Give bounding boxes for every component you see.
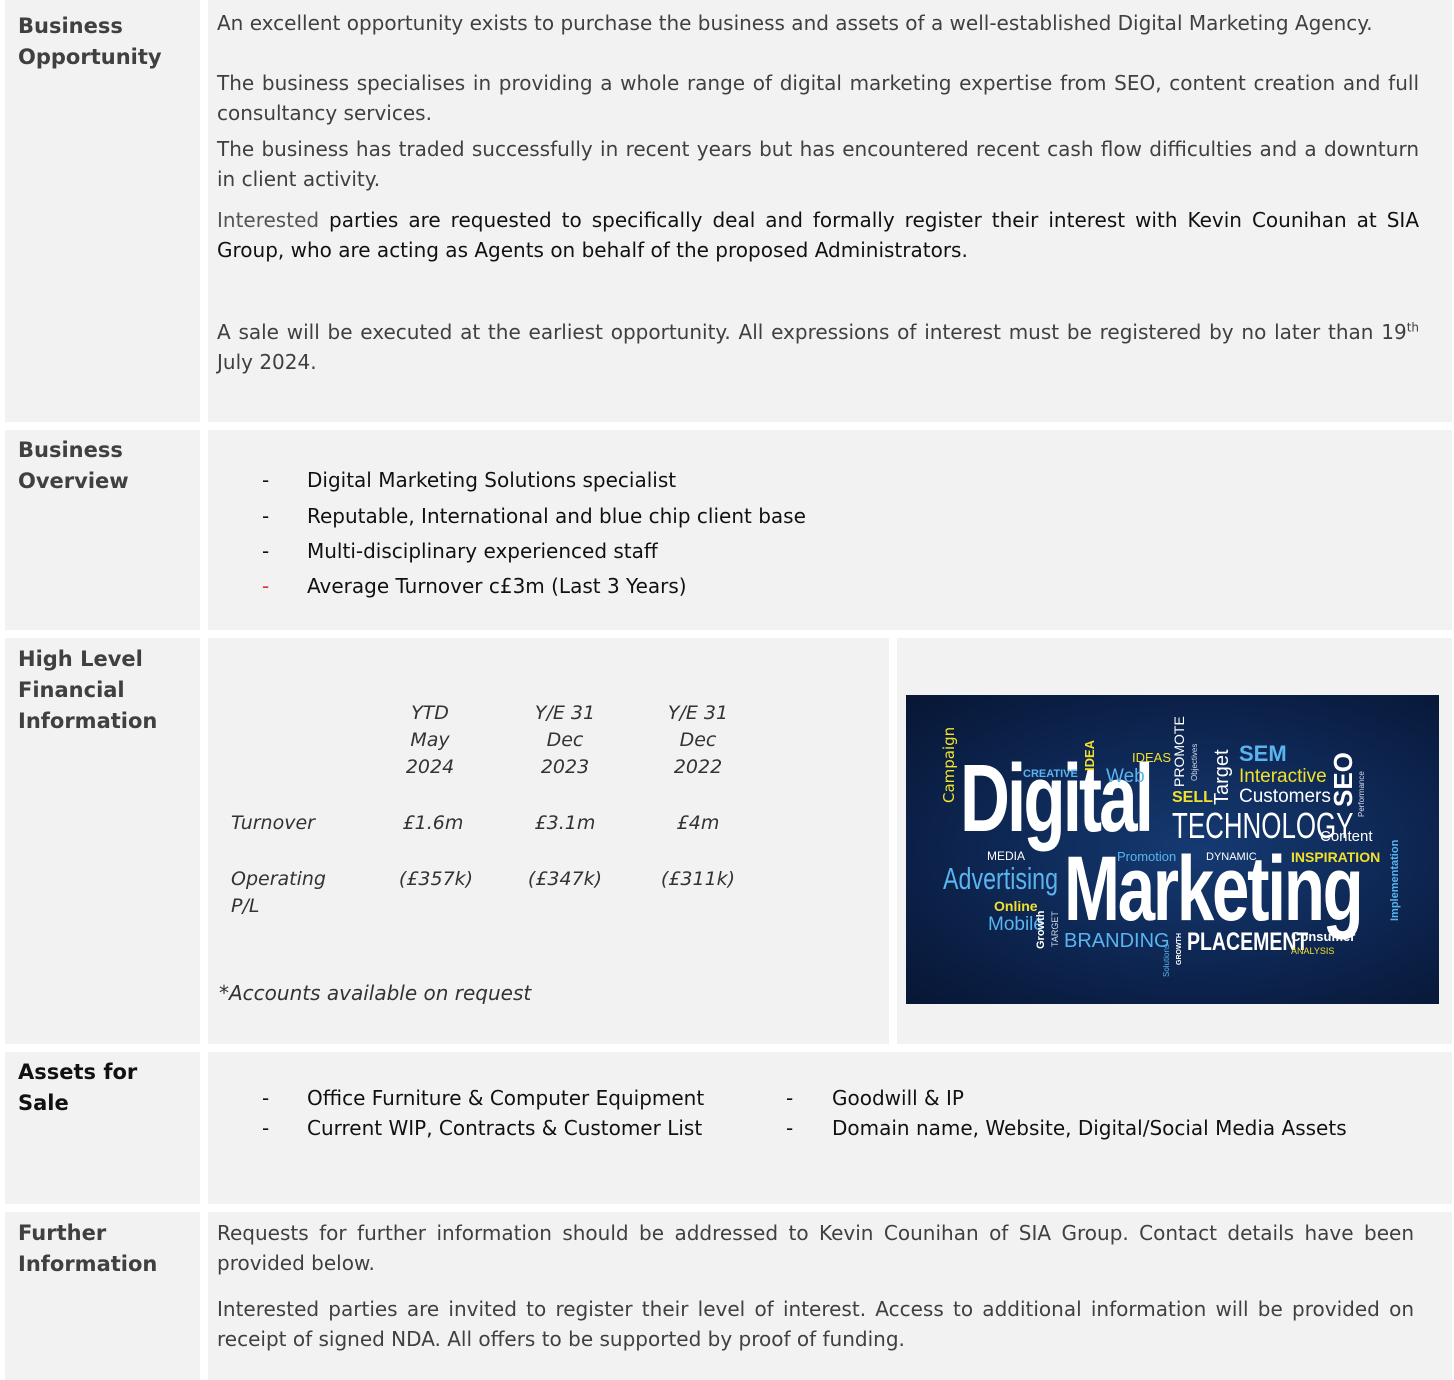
bullet-dash: - [786, 1116, 794, 1140]
word-idea: IDEA [1082, 739, 1097, 771]
digital-marketing-word-cloud: Campaign Digital CREATIVE Web IDEA IDEAS… [906, 695, 1439, 1004]
opportunity-sale-deadline: A sale will be executed at the earliest … [217, 320, 1419, 374]
word-growth-caps: GROWTH [1176, 933, 1183, 965]
word-campaign: Campaign [940, 726, 958, 803]
financial-cell: £3.1m [534, 812, 596, 834]
word-ideas: IDEAS [1132, 750, 1172, 765]
bullet-dash: - [262, 1086, 270, 1110]
word-branding: BRANDING [1064, 930, 1170, 952]
financial-row-label-turnover: Turnover [231, 812, 315, 834]
overview-bullet-2: Reputable, International and blue chip c… [307, 504, 806, 528]
word-solutions: Solutions [1162, 944, 1171, 977]
word-creative: CREATIVE [1023, 768, 1078, 780]
word-advertising: Advertising [943, 861, 1059, 896]
financial-column-header-ytd: YTD May 2024 [405, 702, 455, 778]
bullet-dash-red: - [262, 574, 270, 598]
bullet-dash: - [262, 1116, 270, 1140]
opportunity-intro: An excellent opportunity exists to purch… [217, 11, 1373, 35]
financial-cell: (£311k) [660, 868, 736, 890]
word-sell: SELL [1172, 789, 1213, 806]
financial-column-header-2023: Y/E 31 Dec 2023 [534, 702, 596, 778]
word-objectives: Objectives [1190, 743, 1199, 781]
word-sem: SEM [1239, 741, 1287, 766]
bullet-dash: - [262, 504, 270, 528]
word-performance: Performance [1357, 771, 1366, 817]
word-seo: SEO [1328, 752, 1358, 807]
opportunity-label: Business Opportunity [18, 14, 162, 69]
financial-cell: (£347k) [527, 868, 603, 890]
word-analysis: ANALYSIS [1291, 946, 1335, 956]
bullet-dash: - [262, 539, 270, 563]
overview-bullet-4: Average Turnover c£3m (Last 3 Years) [307, 574, 687, 598]
overview-bullet-3: Multi-disciplinary experienced staff [307, 539, 658, 563]
opportunity-specialisation: The business specialises in providing a … [217, 71, 1419, 125]
financial-cell: £1.6m [402, 812, 464, 834]
word-target: Target [1211, 749, 1233, 805]
bullet-dash: - [786, 1086, 794, 1110]
word-customers: Customers [1239, 786, 1331, 807]
financial-column-header-2022: Y/E 31 Dec 2022 [667, 702, 729, 778]
word-marketing: Marketing [1064, 838, 1364, 940]
financial-label: High Level Financial Information [18, 647, 158, 733]
asset-item: Goodwill & IP [832, 1086, 964, 1110]
word-web: Web [1106, 766, 1145, 787]
word-implementation: Implementation [1389, 839, 1401, 921]
financial-note: *Accounts available on request [219, 981, 532, 1005]
financial-cell: (£357k) [398, 868, 474, 890]
opportunity-interest: Interested parties are requested to spec… [217, 208, 1419, 262]
assets-label: Assets for Sale [18, 1060, 138, 1115]
word-target-small: TARGET [1050, 911, 1060, 947]
asset-item: Domain name, Website, Digital/Social Med… [832, 1116, 1347, 1140]
opportunity-trading: The business has traded successfully in … [217, 137, 1419, 191]
word-interactive: Interactive [1239, 766, 1327, 787]
overview-bullet-1: Digital Marketing Solutions specialist [307, 468, 677, 492]
word-consumer: Consumer [1291, 929, 1356, 944]
word-growth: Growth [1035, 910, 1047, 950]
overview-label: Business Overview [18, 438, 129, 493]
word-promote: PROMOTE [1171, 716, 1187, 787]
bullet-dash: - [262, 468, 270, 492]
financial-row-label-operating: Operating P/L [231, 868, 326, 917]
further-label: Further Information [18, 1221, 158, 1276]
further-nda-paragraph: Interested parties are invited to regist… [217, 1297, 1414, 1351]
asset-item: Office Furniture & Computer Equipment [307, 1086, 705, 1110]
asset-item: Current WIP, Contracts & Customer List [307, 1116, 703, 1140]
further-contact-paragraph: Requests for further information should … [217, 1221, 1414, 1275]
financial-cell: £4m [676, 812, 720, 834]
word-online: Online [994, 898, 1038, 914]
